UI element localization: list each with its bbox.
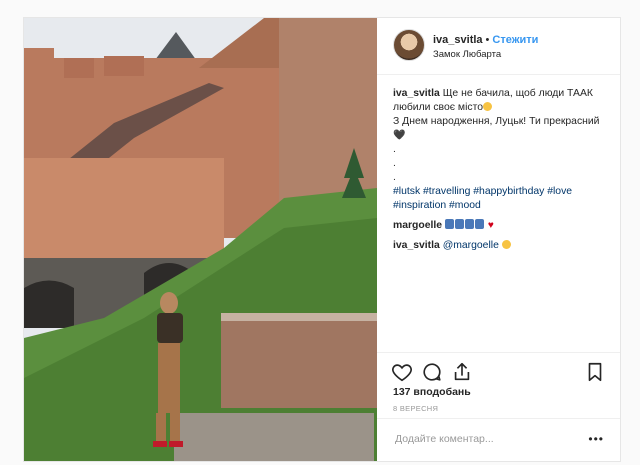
more-options-icon[interactable]: ••• bbox=[588, 432, 604, 446]
bookmark-icon[interactable] bbox=[584, 361, 606, 383]
avatar[interactable] bbox=[393, 29, 425, 61]
blue-emoji-icon bbox=[444, 219, 454, 229]
black-heart-emoji-icon: 🖤 bbox=[393, 130, 406, 141]
instagram-post: iva_svitla • Стежити Замок Любарта iva_svi… bbox=[23, 17, 621, 462]
heart-icon[interactable] bbox=[391, 361, 413, 383]
separator-dot: • bbox=[485, 34, 490, 46]
caption-line2-text: З Днем народження, Луцьк! Ти прекрасний bbox=[393, 116, 600, 127]
post-username[interactable]: iva_svitla bbox=[433, 34, 483, 46]
post-date: 8 ВЕРЕСНЯ bbox=[393, 404, 439, 413]
face-emoji-icon bbox=[501, 240, 511, 249]
comment-item: iva_svitla @margoelle bbox=[393, 239, 604, 253]
share-icon[interactable] bbox=[451, 361, 473, 383]
post-photo[interactable] bbox=[24, 18, 377, 461]
add-comment-bar: ••• bbox=[377, 418, 620, 462]
caption-hashtags[interactable]: #lutsk #travelling #happybirthday #love … bbox=[393, 185, 604, 213]
username-row: iva_svitla • Стежити bbox=[433, 34, 538, 46]
blue-emoji-icon bbox=[454, 219, 464, 229]
post-sidebar: iva_svitla • Стежити Замок Любарта iva_svi… bbox=[377, 18, 620, 461]
comment-username[interactable]: iva_svitla bbox=[393, 240, 440, 251]
caption-dot: . bbox=[393, 172, 396, 183]
comment-username[interactable]: margoelle bbox=[393, 220, 442, 231]
comment-mention[interactable]: @margoelle bbox=[443, 240, 499, 251]
castle-photo-illustration bbox=[24, 18, 377, 461]
comment-item: margoelle ♥ bbox=[393, 219, 604, 233]
caption-dot: . bbox=[393, 144, 396, 155]
post-location[interactable]: Замок Любарта bbox=[433, 49, 501, 60]
comment-icon[interactable] bbox=[421, 361, 443, 383]
comments-section: iva_svitla Ще не бачила, щоб люди ТААК л… bbox=[377, 75, 620, 253]
caption: iva_svitla Ще не бачила, щоб люди ТААК л… bbox=[393, 87, 604, 213]
caption-line2: З Днем народження, Луцьк! Ти прекрасний bbox=[393, 115, 604, 129]
follow-button[interactable]: Стежити bbox=[492, 34, 538, 46]
comment-input[interactable] bbox=[393, 432, 587, 446]
blue-emoji-icon bbox=[464, 219, 474, 229]
blue-emoji-icon bbox=[474, 219, 484, 229]
smiling-face-emoji-icon bbox=[483, 102, 492, 111]
red-heart-icon: ♥ bbox=[487, 220, 494, 231]
post-header: iva_svitla • Стежити Замок Любарта bbox=[377, 18, 620, 75]
likes-count[interactable]: 137 вподобань bbox=[393, 386, 471, 398]
caption-dot: . bbox=[393, 158, 396, 169]
caption-username[interactable]: iva_svitla bbox=[393, 88, 440, 99]
